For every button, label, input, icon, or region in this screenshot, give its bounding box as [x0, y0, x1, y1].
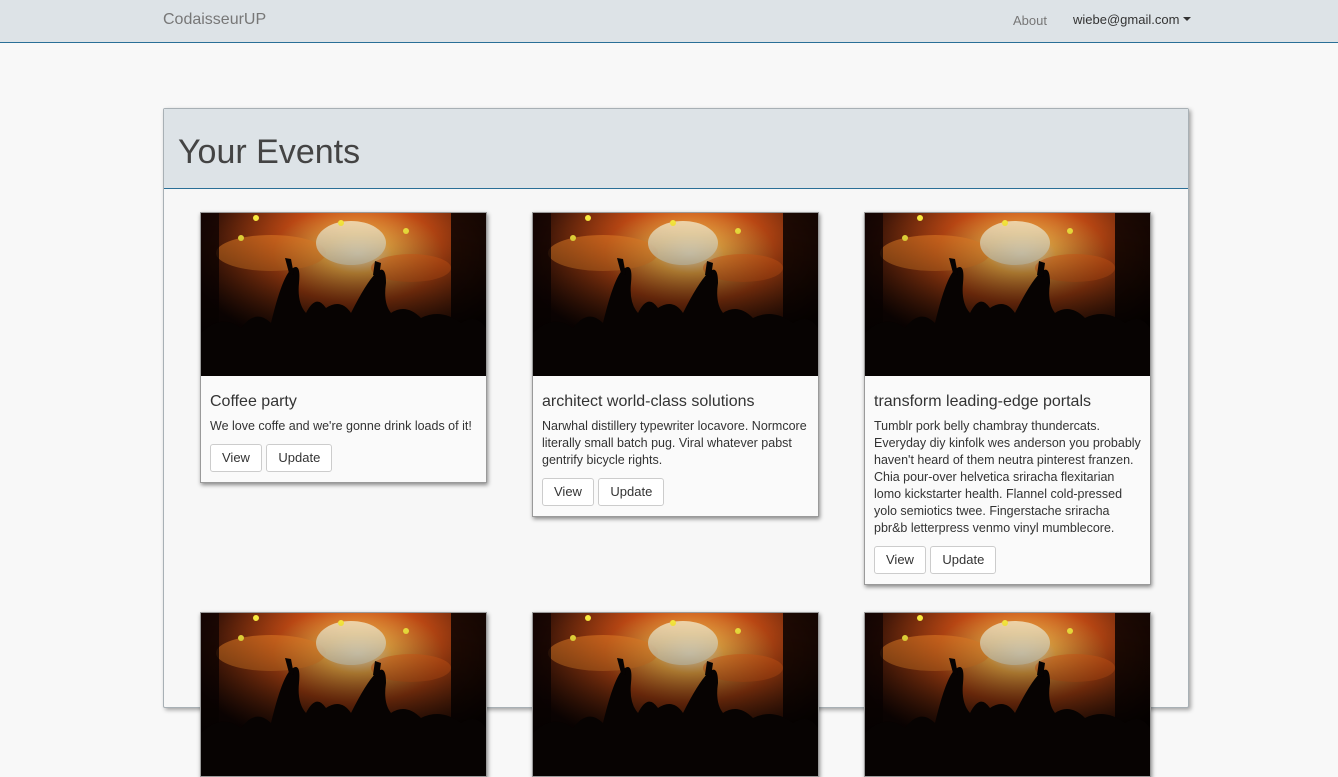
update-button[interactable]: Update — [930, 546, 997, 574]
event-image — [533, 213, 818, 376]
event-card-body: transform leading-edge portals Tumblr po… — [865, 376, 1150, 584]
caret-down-icon — [1183, 16, 1192, 21]
event-title: Coffee party — [210, 393, 297, 410]
event-card: transform leading-edge portals Tumblr po… — [864, 212, 1151, 585]
event-title: architect world-class solutions — [542, 393, 755, 410]
view-button[interactable]: View — [874, 546, 926, 574]
event-description: Narwhal distillery typewriter locavore. … — [542, 419, 807, 467]
event-card — [864, 612, 1151, 777]
page-title: Your Events — [178, 133, 361, 171]
event-card — [532, 612, 819, 777]
event-card: architect world-class solutions Narwhal … — [532, 212, 819, 517]
event-image — [201, 213, 486, 376]
update-button[interactable]: Update — [266, 444, 333, 472]
panel-heading: Your Events — [164, 109, 1188, 189]
event-image — [865, 213, 1150, 376]
user-menu-dropdown[interactable]: wiebe@gmail.com — [1073, 12, 1192, 27]
event-card — [200, 612, 487, 777]
event-card: Coffee party We love coffe and we're gon… — [200, 212, 487, 483]
view-button[interactable]: View — [542, 478, 594, 506]
event-image — [533, 613, 818, 776]
event-description: Tumblr pork belly chambray thundercats. … — [874, 419, 1141, 535]
event-description: We love coffe and we're gonne drink load… — [210, 419, 472, 433]
event-image — [201, 613, 486, 776]
event-card-body: architect world-class solutions Narwhal … — [533, 376, 818, 516]
about-link[interactable]: About — [1013, 13, 1047, 28]
brand-link[interactable]: CodaisseurUP — [163, 11, 266, 29]
update-button[interactable]: Update — [598, 478, 665, 506]
view-button[interactable]: View — [210, 444, 262, 472]
user-email: wiebe@gmail.com — [1073, 12, 1180, 27]
navbar: CodaisseurUP About wiebe@gmail.com — [0, 0, 1338, 43]
events-panel: Your Events Coffee party We love coffe a… — [163, 108, 1189, 777]
event-card-body: Coffee party We love coffe and we're gon… — [201, 376, 486, 482]
event-title: transform leading-edge portals — [874, 393, 1092, 410]
event-image — [865, 613, 1150, 776]
